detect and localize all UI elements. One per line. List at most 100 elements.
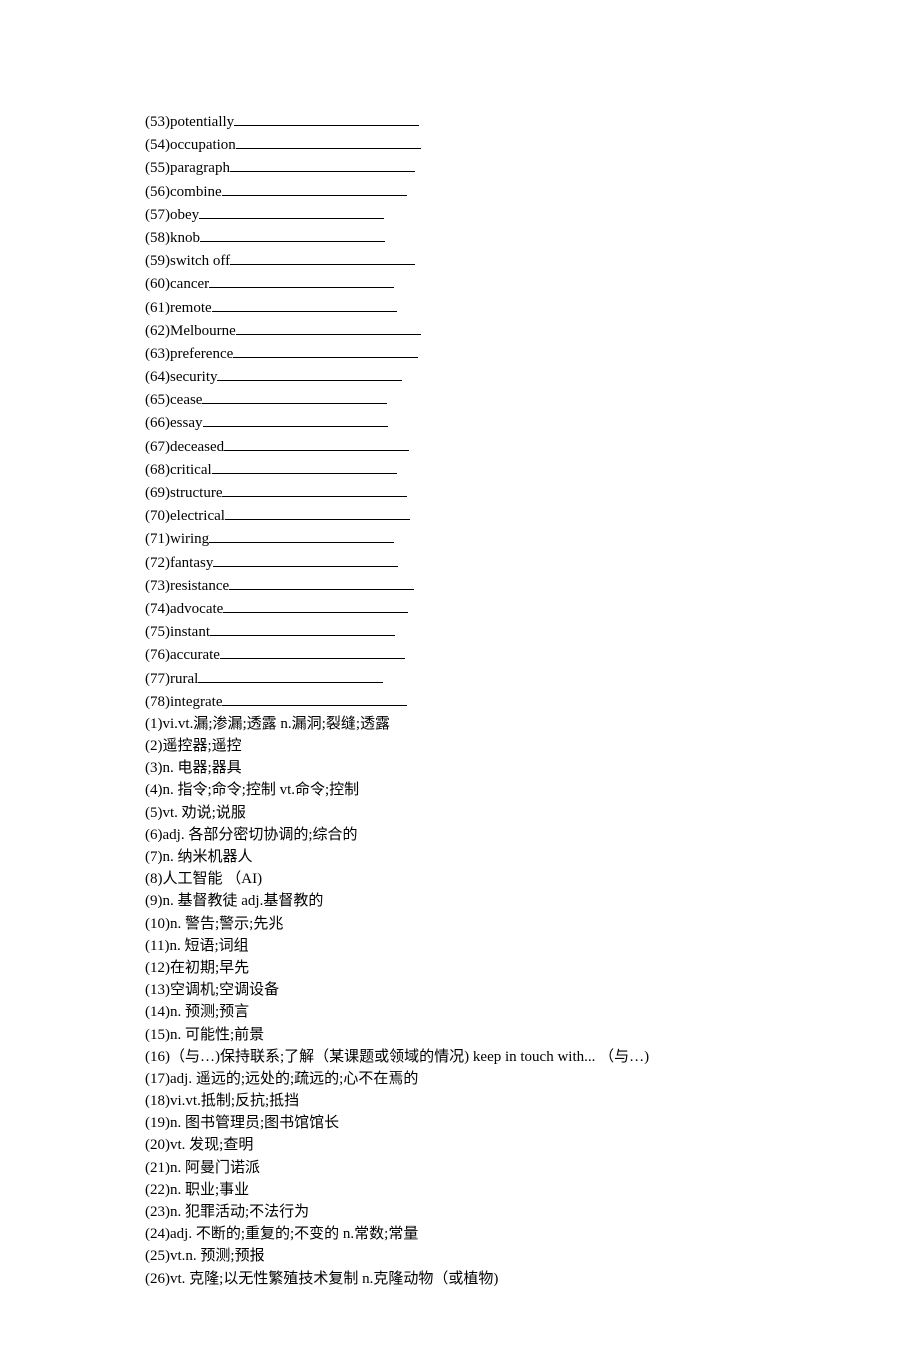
vocab-word: cancer <box>170 276 209 292</box>
item-number: (69) <box>145 485 170 501</box>
definition-row: (20)vt. 发现;查明 <box>145 1134 780 1156</box>
item-number: (67) <box>145 439 170 455</box>
fill-in-blank[interactable] <box>222 180 407 196</box>
fill-in-blank[interactable] <box>199 203 384 219</box>
fill-in-blank[interactable] <box>209 527 394 543</box>
definition-row: (14)n. 预测;预言 <box>145 1001 780 1023</box>
definition-row: (19)n. 图书管理员;图书馆馆长 <box>145 1112 780 1134</box>
definition-text: n. 电器;器具 <box>163 760 242 776</box>
vocab-row: (72)fantasy <box>145 551 780 574</box>
fill-in-blank[interactable] <box>212 458 397 474</box>
vocab-row: (58)knob <box>145 226 780 249</box>
vocab-row: (68)critical <box>145 458 780 481</box>
fill-in-blank[interactable] <box>225 504 410 520</box>
fill-in-blank[interactable] <box>210 620 395 636</box>
fill-in-blank[interactable] <box>213 551 398 567</box>
vocab-word: obey <box>170 207 199 223</box>
definition-text: vt. 劝说;说服 <box>163 805 246 821</box>
item-number: (74) <box>145 601 170 617</box>
definition-row: (16)（与…)保持联系;了解（某课题或领域的情况) keep in touch… <box>145 1046 780 1068</box>
definition-text: （与…)保持联系;了解（某课题或领域的情况) keep in touch wit… <box>170 1049 649 1065</box>
item-number: (59) <box>145 253 170 269</box>
definition-text: vt. 发现;查明 <box>170 1137 253 1153</box>
vocab-word: combine <box>170 184 222 200</box>
definition-row: (17)adj. 遥远的;远处的;疏远的;心不在焉的 <box>145 1068 780 1090</box>
definition-text: n. 阿曼门诺派 <box>170 1160 260 1176</box>
fill-in-blank[interactable] <box>220 643 405 659</box>
definition-row: (26)vt. 克隆;以无性繁殖技术复制 n.克隆动物（或植物) <box>145 1268 780 1290</box>
fill-in-blank[interactable] <box>222 690 407 706</box>
fill-in-blank[interactable] <box>230 249 415 265</box>
definition-row: (18)vi.vt.抵制;反抗;抵挡 <box>145 1090 780 1112</box>
item-number: (75) <box>145 624 170 640</box>
vocab-word: occupation <box>170 137 236 153</box>
definition-text: adj. 遥远的;远处的;疏远的;心不在焉的 <box>170 1071 418 1087</box>
definition-row: (23)n. 犯罪活动;不法行为 <box>145 1201 780 1223</box>
definition-row: (4)n. 指令;命令;控制 vt.命令;控制 <box>145 779 780 801</box>
vocab-word: electrical <box>170 508 225 524</box>
vocab-word: instant <box>170 624 210 640</box>
definition-row: (2)遥控器;遥控 <box>145 735 780 757</box>
fill-in-blank[interactable] <box>217 365 402 381</box>
definition-row: (21)n. 阿曼门诺派 <box>145 1157 780 1179</box>
vocab-word: potentially <box>170 114 234 130</box>
vocab-row: (70)electrical <box>145 504 780 527</box>
item-number: (62) <box>145 323 170 339</box>
item-number: (68) <box>145 462 170 478</box>
vocab-word: advocate <box>170 601 223 617</box>
item-number: (4) <box>145 782 163 798</box>
item-number: (11) <box>145 938 169 954</box>
item-number: (16) <box>145 1049 170 1065</box>
fill-in-blank[interactable] <box>229 574 414 590</box>
fill-in-blank[interactable] <box>209 272 394 288</box>
fill-in-blank[interactable] <box>212 296 397 312</box>
definition-text: vt. 克隆;以无性繁殖技术复制 n.克隆动物（或植物) <box>170 1271 498 1287</box>
item-number: (6) <box>145 827 163 843</box>
fill-in-blank[interactable] <box>234 110 419 126</box>
definition-row: (5)vt. 劝说;说服 <box>145 802 780 824</box>
item-number: (78) <box>145 694 170 710</box>
vocab-row: (77)rural <box>145 667 780 690</box>
vocabulary-blank-list: (53)potentially(54)occupation(55)paragra… <box>145 110 780 713</box>
definition-row: (12)在初期;早先 <box>145 957 780 979</box>
item-number: (22) <box>145 1182 170 1198</box>
vocab-word: essay <box>170 415 203 431</box>
fill-in-blank[interactable] <box>222 481 407 497</box>
definition-text: n. 预测;预言 <box>170 1004 249 1020</box>
item-number: (3) <box>145 760 163 776</box>
fill-in-blank[interactable] <box>223 597 408 613</box>
item-number: (53) <box>145 114 170 130</box>
item-number: (58) <box>145 230 170 246</box>
item-number: (60) <box>145 276 170 292</box>
fill-in-blank[interactable] <box>233 342 418 358</box>
vocab-row: (71)wiring <box>145 527 780 550</box>
document-page: (53)potentially(54)occupation(55)paragra… <box>0 0 920 1350</box>
item-number: (19) <box>145 1115 170 1131</box>
definition-row: (8)人工智能 （AI) <box>145 868 780 890</box>
vocab-row: (76)accurate <box>145 643 780 666</box>
fill-in-blank[interactable] <box>202 388 387 404</box>
item-number: (25) <box>145 1248 170 1264</box>
fill-in-blank[interactable] <box>230 156 415 172</box>
item-number: (9) <box>145 893 163 909</box>
definition-row: (25)vt.n. 预测;预报 <box>145 1245 780 1267</box>
vocab-row: (74)advocate <box>145 597 780 620</box>
fill-in-blank[interactable] <box>203 411 388 427</box>
fill-in-blank[interactable] <box>198 667 383 683</box>
fill-in-blank[interactable] <box>224 435 409 451</box>
definition-text: n. 犯罪活动;不法行为 <box>170 1204 309 1220</box>
vocab-word: rural <box>170 671 198 687</box>
definition-text: 空调机;空调设备 <box>170 982 279 998</box>
item-number: (15) <box>145 1027 170 1043</box>
fill-in-blank[interactable] <box>236 319 421 335</box>
fill-in-blank[interactable] <box>236 133 421 149</box>
definition-row: (22)n. 职业;事业 <box>145 1179 780 1201</box>
definition-text: n. 纳米机器人 <box>163 849 253 865</box>
definition-row: (1)vi.vt.漏;渗漏;透露 n.漏洞;裂缝;透露 <box>145 713 780 735</box>
definition-text: 遥控器;遥控 <box>163 738 242 754</box>
vocab-word: preference <box>170 346 233 362</box>
definition-row: (3)n. 电器;器具 <box>145 757 780 779</box>
fill-in-blank[interactable] <box>200 226 385 242</box>
vocab-row: (59)switch off <box>145 249 780 272</box>
item-number: (14) <box>145 1004 170 1020</box>
